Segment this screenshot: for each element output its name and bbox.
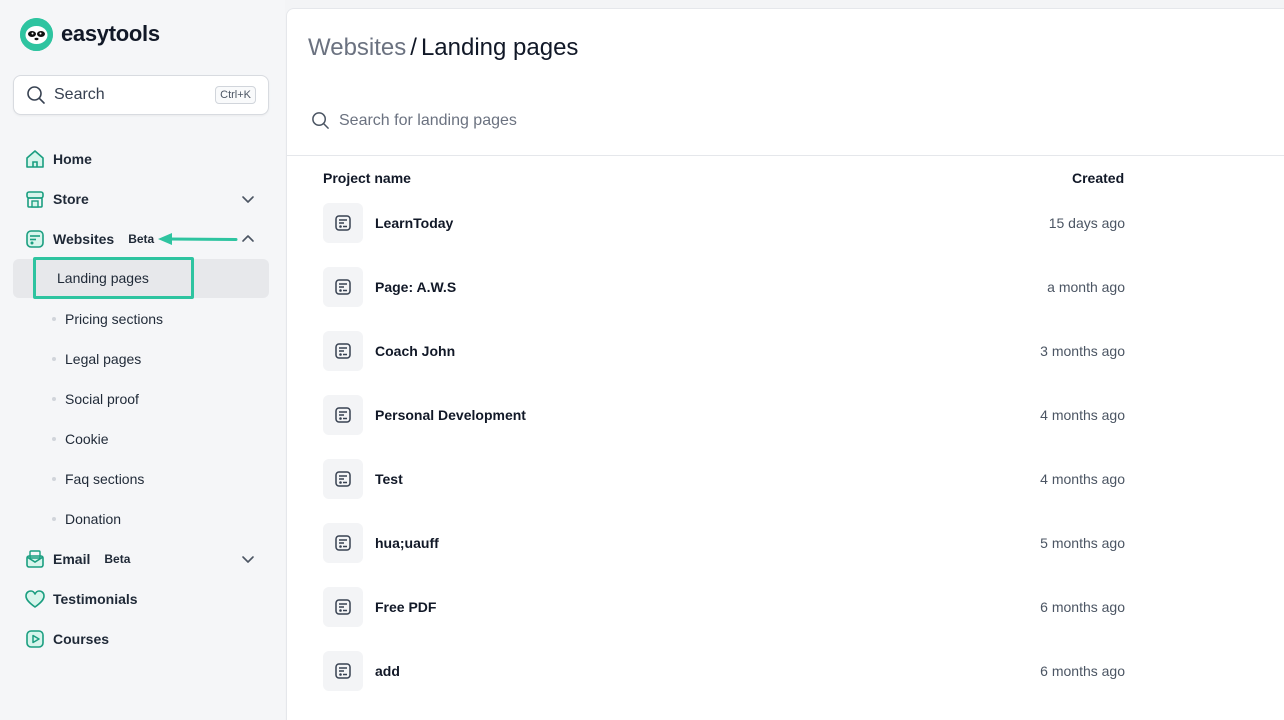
created-date: 4 months ago <box>1040 471 1125 487</box>
created-date: a month ago <box>1047 279 1125 295</box>
chevron-down-icon[interactable] <box>241 552 255 566</box>
main-panel: Websites / Landing pages Search for landin… <box>286 8 1284 720</box>
bullet-dot <box>52 477 56 481</box>
sidebar-subitem-label: Pricing sections <box>65 311 164 327</box>
table-row[interactable]: hua;uauff 5 months ago <box>323 523 1125 563</box>
created-date: 3 months ago <box>1040 343 1125 359</box>
sidebar-item-label: Courses <box>53 631 110 647</box>
sloth-logo-icon <box>20 17 53 51</box>
project-name[interactable]: Page: A.W.S <box>375 279 1047 295</box>
sidebar-subitem-social-proof[interactable]: Social proof <box>52 389 139 409</box>
breadcrumb: Websites / Landing pages <box>308 34 578 62</box>
page-title: Landing pages <box>420 34 579 61</box>
bullet-dot <box>52 357 56 361</box>
landing-page-icon <box>323 203 363 243</box>
brand-name: easytools <box>61 21 160 46</box>
project-name[interactable]: Free PDF <box>375 599 1040 615</box>
sidebar-subitem-cookie[interactable]: Cookie <box>52 429 109 449</box>
sidebar-item-label: Testimonials <box>53 591 138 607</box>
created-date: 15 days ago <box>1048 215 1125 231</box>
play-icon <box>24 628 46 650</box>
landing-page-icon <box>323 395 363 435</box>
created-date: 6 months ago <box>1040 599 1125 615</box>
column-header-created[interactable]: Created <box>1072 170 1124 186</box>
sidebar-subitem-pricing-sections[interactable]: Pricing sections <box>52 309 163 329</box>
shortcut-badge: Ctrl+K <box>215 86 256 104</box>
bullet-dot <box>52 317 56 321</box>
landing-page-icon <box>323 651 363 691</box>
project-name[interactable]: add <box>375 663 1040 679</box>
project-name[interactable]: Test <box>375 471 1040 487</box>
project-name[interactable]: hua;uauff <box>375 535 1040 551</box>
table-row[interactable]: Free PDF 6 months ago <box>323 587 1125 627</box>
sidebar-item-testimonials[interactable]: Testimonials <box>13 581 269 617</box>
bullet-dot <box>52 397 56 401</box>
sidebar-item-email[interactable]: Email Beta <box>13 541 269 577</box>
table-row[interactable]: add 6 months ago <box>323 651 1125 691</box>
breadcrumb-separator: / <box>410 34 417 61</box>
search-icon <box>312 112 329 129</box>
project-name[interactable]: LearnToday <box>375 215 1049 231</box>
search-placeholder: Search for landing pages <box>339 111 517 129</box>
sidebar-item-label: Email <box>53 551 91 567</box>
sidebar-subitem-label: Landing pages <box>57 270 149 286</box>
sidebar-subitem-label: Donation <box>65 511 122 527</box>
search-input[interactable]: Search Ctrl+K <box>13 75 269 115</box>
landing-pages-search-input[interactable]: Search for landing pages <box>311 111 517 130</box>
divider <box>287 155 1284 156</box>
sidebar-item-home[interactable]: Home <box>13 141 269 177</box>
project-name[interactable]: Coach John <box>375 343 1040 359</box>
landing-page-icon <box>323 459 363 499</box>
table-row[interactable]: Coach John 3 months ago <box>323 331 1125 371</box>
landing-page-icon <box>323 523 363 563</box>
search-label: Search <box>54 86 105 103</box>
landing-page-icon <box>323 587 363 627</box>
table-row[interactable]: LearnToday 15 days ago <box>323 203 1125 243</box>
created-date: 4 months ago <box>1040 407 1125 423</box>
logo[interactable]: easytools <box>20 17 160 51</box>
project-name[interactable]: Personal Development <box>375 407 1040 423</box>
home-icon <box>24 148 46 170</box>
sidebar-item-label: Websites <box>53 231 115 247</box>
email-icon <box>24 548 46 570</box>
table-row[interactable]: Personal Development 4 months ago <box>323 395 1125 435</box>
column-header-project-name[interactable]: Project name <box>323 170 411 186</box>
table-row[interactable]: Test 4 months ago <box>323 459 1125 499</box>
table-row[interactable]: Page: A.W.S a month ago <box>323 267 1125 307</box>
sidebar-item-courses[interactable]: Courses <box>13 621 269 657</box>
created-date: 5 months ago <box>1040 535 1125 551</box>
sidebar-item-store[interactable]: Store <box>13 181 269 217</box>
sidebar-subitem-faq-sections[interactable]: Faq sections <box>52 469 144 489</box>
sidebar-subitem-label: Cookie <box>65 431 109 447</box>
sidebar-subitem-label: Social proof <box>65 391 139 407</box>
sidebar-item-label: Store <box>53 191 89 207</box>
beta-badge: Beta <box>104 552 131 566</box>
sidebar-subitem-legal-pages[interactable]: Legal pages <box>52 349 141 369</box>
sidebar-subitem-label: Faq sections <box>65 471 145 487</box>
created-date: 6 months ago <box>1040 663 1125 679</box>
bullet-dot <box>52 517 56 521</box>
landing-page-icon <box>323 331 363 371</box>
search-icon <box>26 85 46 105</box>
store-icon <box>24 188 46 210</box>
websites-icon <box>24 228 46 250</box>
sidebar: easytools Search Ctrl+K Home Store Websi… <box>0 0 285 720</box>
chevron-down-icon[interactable] <box>241 192 255 206</box>
heart-icon <box>24 588 46 610</box>
annotation-arrow-icon <box>158 233 238 245</box>
sidebar-subitem-donation[interactable]: Donation <box>52 509 121 529</box>
chevron-up-icon[interactable] <box>241 232 255 246</box>
landing-page-icon <box>323 267 363 307</box>
sidebar-item-label: Home <box>53 151 92 167</box>
beta-badge: Beta <box>128 232 155 246</box>
sidebar-subitem-label: Legal pages <box>65 351 142 367</box>
breadcrumb-websites-link[interactable]: Websites <box>308 34 406 61</box>
bullet-dot <box>52 437 56 441</box>
